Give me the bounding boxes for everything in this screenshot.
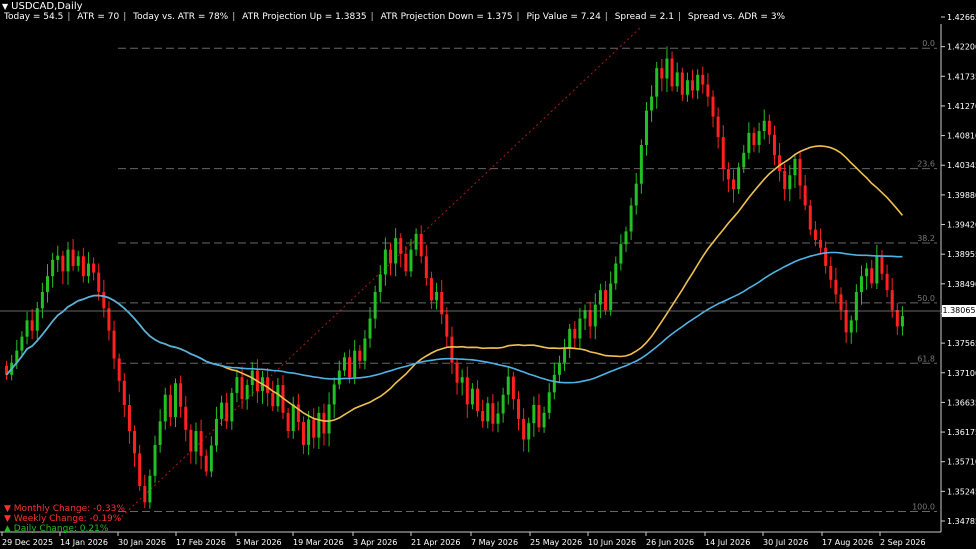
price-tick-label: 1.40810 (947, 132, 976, 141)
time-tick-label: 25 May 2026 (530, 538, 582, 547)
info-today-vs-atr: Today vs. ATR = 78% (133, 12, 229, 22)
price-tick-label: 1.37100 (947, 369, 976, 378)
price-tick-label: 1.41270 (947, 102, 976, 111)
price-tick-label: 1.40345 (947, 161, 976, 170)
fib-level-label: 38.2 (917, 234, 935, 243)
time-tick-label: 7 May 2026 (471, 538, 518, 547)
time-tick-label: 26 Jun 2026 (646, 538, 694, 547)
current-price-label: 1.38065 (942, 305, 976, 317)
price-tick-label: 1.39420 (947, 221, 976, 230)
time-tick-label: 30 Jan 2026 (118, 538, 166, 547)
price-tick-label: 1.37565 (947, 339, 976, 348)
time-tick-label: 14 Jul 2026 (705, 538, 750, 547)
price-tick-label: 1.41735 (947, 72, 976, 81)
weekly-change: ▼ Weekly Change: -0.19% (4, 514, 122, 524)
price-tick-label: 1.36175 (947, 428, 976, 437)
fib-level-label: 61.8 (917, 354, 935, 363)
time-tick-label: 14 Jan 2026 (60, 538, 108, 547)
price-tick-label: 1.35245 (947, 487, 976, 496)
time-tick-label: 10 Jun 2026 (588, 538, 636, 547)
chart-window[interactable]: 0.0 23.6 38.2 50.0 61.8 100.0 1.42665 1.42200 1… (0, 0, 976, 549)
time-tick-label: 2 Sep 2026 (880, 538, 926, 547)
monthly-change: ▼ Monthly Change: -0.33% (4, 504, 125, 514)
time-tick-label: 19 Mar 2026 (293, 538, 344, 547)
down-arrow-icon: ▼ (4, 514, 11, 524)
price-tick-label: 1.42665 (947, 13, 976, 22)
price-tick-label: 1.36635 (947, 398, 976, 407)
atr-info-bar: Today = 54.5 | ATR = 70 | Today vs. ATR = … (4, 12, 786, 22)
down-arrow-icon: ▼ (4, 504, 11, 514)
time-tick-label: 5 Mar 2026 (236, 538, 282, 547)
fib-level-label: 50.0 (917, 294, 935, 303)
price-tick-label: 1.38955 (947, 250, 976, 259)
up-arrow-icon: ▲ (4, 524, 11, 534)
symbol-title: USDCAD,Daily (11, 1, 83, 12)
price-tick-label: 1.38490 (947, 280, 976, 289)
fib-level-label: 23.6 (917, 160, 935, 169)
info-pip-value: Pip Value = 7.24 (526, 12, 601, 22)
time-tick-label: 21 Apr 2026 (411, 538, 460, 547)
price-tick-label: 1.34785 (947, 517, 976, 526)
change-summary: ▼ Monthly Change: -0.33% ▼ Weekly Change… (4, 504, 125, 534)
daily-change: ▲ Daily Change: 0.21% (4, 524, 109, 534)
fib-level-label: 0.0 (922, 39, 935, 48)
fib-level-label: 100.0 (912, 502, 935, 511)
info-atr: ATR = 70 (77, 12, 120, 22)
price-tick-label: 1.39880 (947, 191, 976, 200)
info-spread: Spread = 2.1 (614, 12, 674, 22)
info-atr-down: ATR Projection Down = 1.375 (380, 12, 513, 22)
time-tick-label: 17 Aug 2026 (822, 538, 873, 547)
time-tick-label: 17 Feb 2026 (176, 538, 226, 547)
info-spread-vs-adr: Spread vs. ADR = 3% (687, 12, 786, 22)
price-chart[interactable]: 0.0 23.6 38.2 50.0 61.8 100.0 1.42665 1.42200 1… (0, 0, 976, 549)
chart-title: ▼ USDCAD,Daily (2, 1, 83, 12)
price-tick-label: 1.35710 (947, 458, 976, 467)
time-tick-label: 30 Jul 2026 (763, 538, 808, 547)
info-today: Today = 54.5 (4, 12, 64, 22)
dropdown-triangle-icon[interactable]: ▼ (2, 2, 8, 11)
info-atr-up: ATR Projection Up = 1.3835 (242, 12, 367, 22)
price-tick-label: 1.42200 (947, 43, 976, 52)
time-tick-label: 29 Dec 2025 (2, 538, 53, 547)
time-tick-label: 3 Apr 2026 (353, 538, 397, 547)
